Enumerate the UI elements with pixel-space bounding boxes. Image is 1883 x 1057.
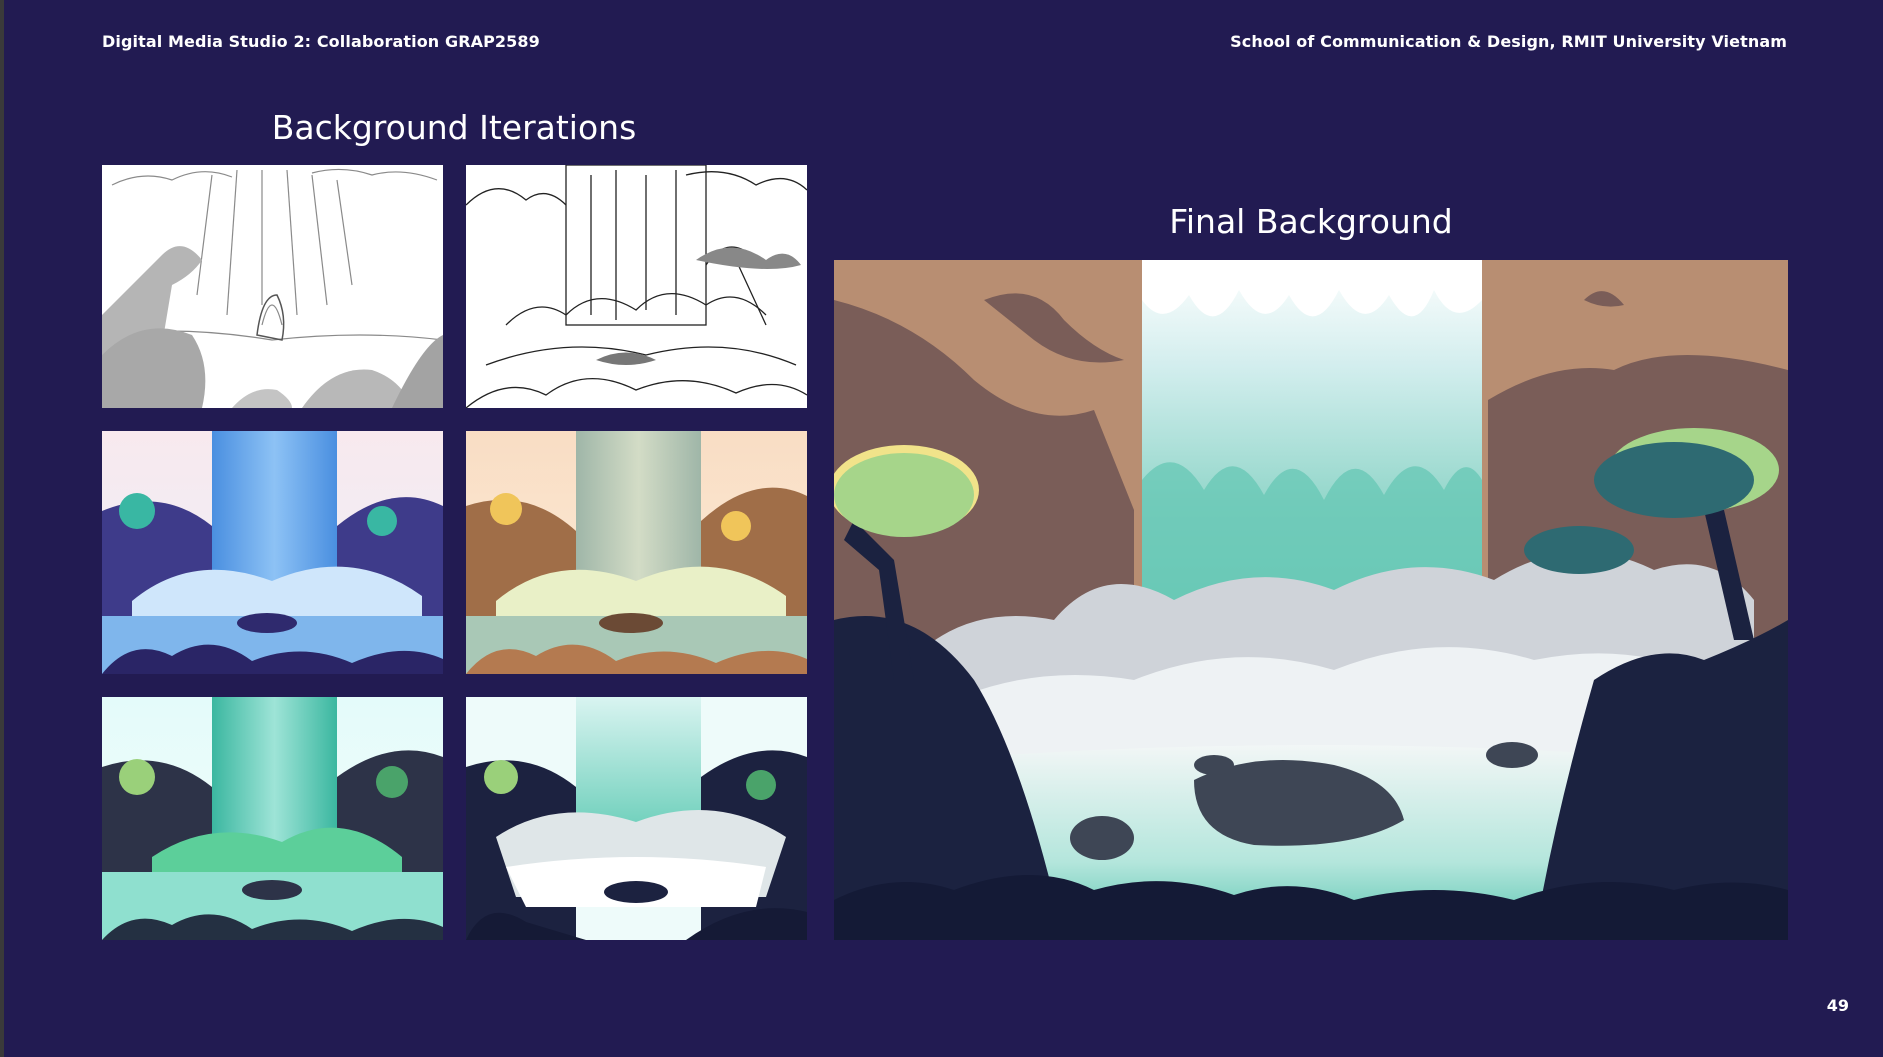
- left-edge-strip: [0, 0, 4, 1057]
- final-background-image: [834, 260, 1788, 940]
- iteration-thumbnail-dark-teal: [466, 697, 807, 940]
- iteration-thumbnail-blue: [102, 431, 443, 674]
- iteration-thumbnail-teal: [102, 697, 443, 940]
- page-number: 49: [1826, 996, 1849, 1015]
- school-name: School of Communication & Design, RMIT U…: [1230, 32, 1787, 51]
- course-title: Digital Media Studio 2: Collaboration GR…: [102, 32, 540, 51]
- iteration-thumbnail-earth: [466, 431, 807, 674]
- iteration-thumbnail-lineart: [466, 165, 807, 408]
- iterations-heading: Background Iterations: [271, 108, 637, 147]
- iteration-thumbnail-sketch: [102, 165, 443, 408]
- final-heading: Final Background: [1169, 202, 1453, 241]
